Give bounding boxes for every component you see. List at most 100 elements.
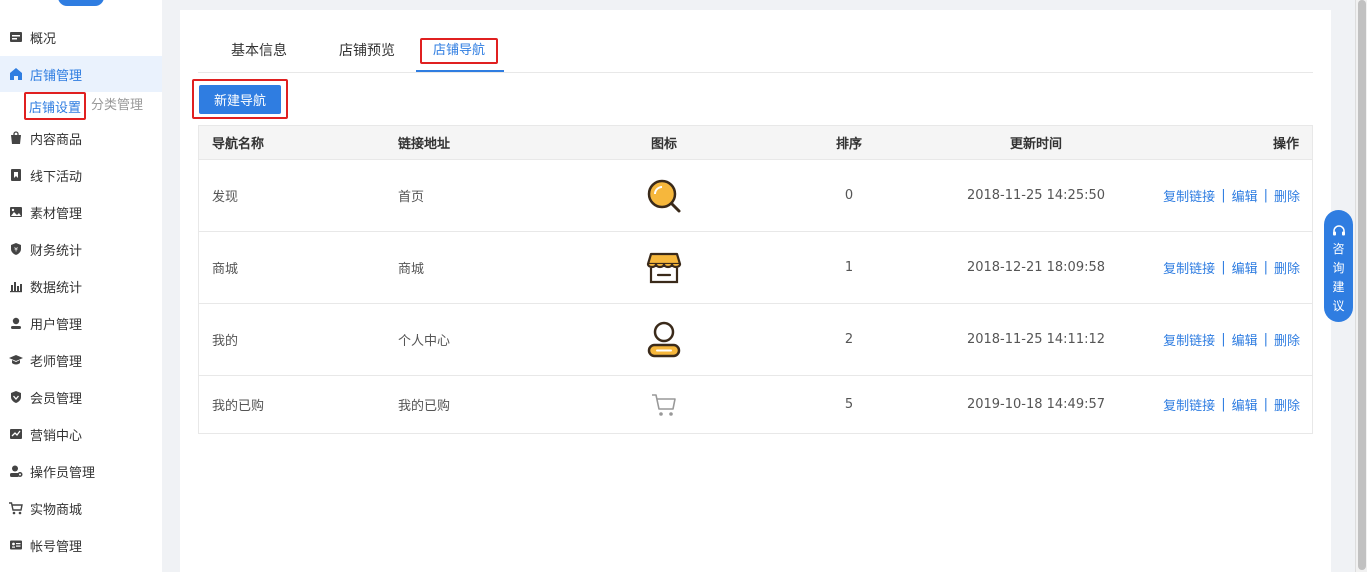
finance-shield-icon: ¥ — [9, 242, 23, 256]
new-nav-button[interactable]: 新建导航 — [199, 85, 281, 114]
cell-time: 2018-11-25 14:25:50 — [966, 188, 1106, 203]
widget-char: 议 — [1332, 299, 1345, 313]
sidebar: 概况 店铺管理 店铺设置 分类管理 内容商品 线下活动 素材管理 ¥ 财务统计 … — [0, 0, 162, 572]
sidebar-item-teachers[interactable]: 老师管理 — [0, 345, 162, 375]
separator: | — [1263, 332, 1268, 347]
graduation-cap-icon — [9, 353, 23, 367]
delete-button[interactable]: 删除 — [1274, 395, 1300, 414]
sidebar-item-label: 线下活动 — [30, 169, 83, 185]
cell-name: 我的已购 — [212, 399, 265, 414]
row-actions: 复制链接 | 编辑 | 删除 — [1163, 304, 1300, 375]
table-row: 发现 首页 0 2018-11-25 14:25:50 复制链接 | 编辑 | 删除 — [199, 160, 1312, 232]
row-actions: 复制链接 | 编辑 | 删除 — [1163, 376, 1300, 433]
widget-char: 咨 — [1332, 242, 1345, 256]
new-nav-highlight: 新建导航 — [192, 79, 288, 119]
copy-link-button[interactable]: 复制链接 — [1163, 258, 1215, 277]
sidebar-item-content[interactable]: 内容商品 — [0, 123, 162, 153]
separator: | — [1221, 260, 1226, 275]
sidebar-item-label: 营销中心 — [30, 428, 83, 444]
main-content: 基本信息 店铺预览 店铺导航 新建导航 导航名称 链接地址 图标 排序 更新时间… — [180, 10, 1331, 572]
nav-table: 导航名称 链接地址 图标 排序 更新时间 操作 发现 首页 0 2018-11-… — [198, 125, 1313, 434]
overview-icon — [9, 30, 23, 44]
edit-button[interactable]: 编辑 — [1232, 330, 1258, 349]
edit-button[interactable]: 编辑 — [1232, 186, 1258, 205]
cell-sort: 5 — [844, 397, 854, 412]
sidebar-item-store[interactable]: 店铺管理 — [0, 56, 162, 92]
header-sort: 排序 — [835, 137, 862, 152]
sidebar-item-material[interactable]: 素材管理 — [0, 197, 162, 227]
widget-char: 建 — [1332, 280, 1345, 294]
cell-link: 个人中心 — [398, 334, 451, 349]
cell-link: 首页 — [398, 190, 425, 205]
copy-link-button[interactable]: 复制链接 — [1163, 395, 1215, 414]
sidebar-item-finance[interactable]: ¥ 财务统计 — [0, 234, 162, 264]
cell-time: 2018-12-21 18:09:58 — [966, 260, 1106, 275]
sidebar-item-data[interactable]: 数据统计 — [0, 271, 162, 301]
sidebar-item-overview[interactable]: 概况 — [0, 22, 162, 52]
table-row: 我的 个人中心 2 2018-11-25 14:11:12 复制链接 | 编辑 | 删除 — [199, 304, 1312, 376]
cell-name: 我的 — [212, 334, 239, 349]
flag-icon — [9, 168, 23, 182]
cell-sort: 1 — [844, 260, 854, 275]
content-bag-icon — [9, 131, 23, 145]
separator: | — [1221, 332, 1226, 347]
separator: | — [1221, 397, 1226, 412]
scrollbar-thumb[interactable] — [1358, 0, 1366, 570]
operator-icon — [9, 464, 23, 478]
cell-name: 商城 — [212, 262, 239, 277]
tab-basic-info[interactable]: 基本信息 — [214, 36, 304, 72]
sidebar-item-label: 帐号管理 — [30, 539, 83, 555]
tab-store-preview[interactable]: 店铺预览 — [322, 36, 412, 72]
svg-text:¥: ¥ — [14, 247, 18, 254]
store-icon — [9, 67, 23, 81]
sidebar-item-members[interactable]: 会员管理 — [0, 382, 162, 412]
sidebar-item-label: 会员管理 — [30, 391, 83, 407]
sidebar-item-users[interactable]: 用户管理 — [0, 308, 162, 338]
tab-store-navigation[interactable]: 店铺导航 — [416, 36, 504, 72]
sidebar-item-physical-mall[interactable]: 实物商城 — [0, 493, 162, 523]
image-icon — [9, 205, 23, 219]
sidebar-subitem-category[interactable]: 分类管理 — [91, 92, 143, 120]
cell-sort: 0 — [844, 188, 854, 203]
row-actions: 复制链接 | 编辑 | 删除 — [1163, 160, 1300, 231]
widget-char: 询 — [1332, 261, 1345, 275]
table-header: 导航名称 链接地址 图标 排序 更新时间 操作 — [199, 126, 1312, 160]
cell-link: 我的已购 — [398, 399, 451, 414]
copy-link-button[interactable]: 复制链接 — [1163, 186, 1215, 205]
sidebar-item-label: 实物商城 — [30, 502, 83, 518]
sidebar-item-operators[interactable]: 操作员管理 — [0, 456, 162, 486]
separator: | — [1221, 188, 1226, 203]
sidebar-item-label: 店铺管理 — [30, 68, 83, 84]
sidebar-item-label: 财务统计 — [30, 243, 83, 259]
separator: | — [1263, 188, 1268, 203]
bar-chart-icon — [9, 279, 23, 293]
sidebar-subnav: 店铺设置 分类管理 — [0, 92, 162, 120]
logo — [58, 0, 104, 6]
separator: | — [1263, 397, 1268, 412]
cell-time: 2018-11-25 14:11:12 — [966, 332, 1106, 347]
profile-icon — [647, 321, 681, 357]
copy-link-button[interactable]: 复制链接 — [1163, 330, 1215, 349]
headset-icon — [1332, 225, 1345, 236]
feedback-widget[interactable]: 咨 询 建 议 — [1324, 210, 1353, 322]
cell-link: 商城 — [398, 262, 425, 277]
edit-button[interactable]: 编辑 — [1232, 258, 1258, 277]
sidebar-item-account[interactable]: 帐号管理 — [0, 530, 162, 560]
sidebar-item-offline[interactable]: 线下活动 — [0, 160, 162, 190]
cell-sort: 2 — [844, 332, 854, 347]
tab-label: 店铺导航 — [420, 38, 498, 64]
sidebar-subitem-store-settings[interactable]: 店铺设置 — [24, 92, 86, 120]
scrollbar[interactable] — [1355, 0, 1367, 572]
separator: | — [1263, 260, 1268, 275]
id-card-icon — [9, 538, 23, 552]
delete-button[interactable]: 删除 — [1274, 186, 1300, 205]
header-time: 更新时间 — [1009, 137, 1062, 152]
shop-icon — [646, 252, 682, 283]
cart-icon — [9, 501, 23, 515]
edit-button[interactable]: 编辑 — [1232, 395, 1258, 414]
cell-name: 发现 — [212, 190, 239, 205]
delete-button[interactable]: 删除 — [1274, 258, 1300, 277]
delete-button[interactable]: 删除 — [1274, 330, 1300, 349]
sidebar-item-marketing[interactable]: 营销中心 — [0, 419, 162, 449]
discover-icon — [647, 179, 681, 212]
